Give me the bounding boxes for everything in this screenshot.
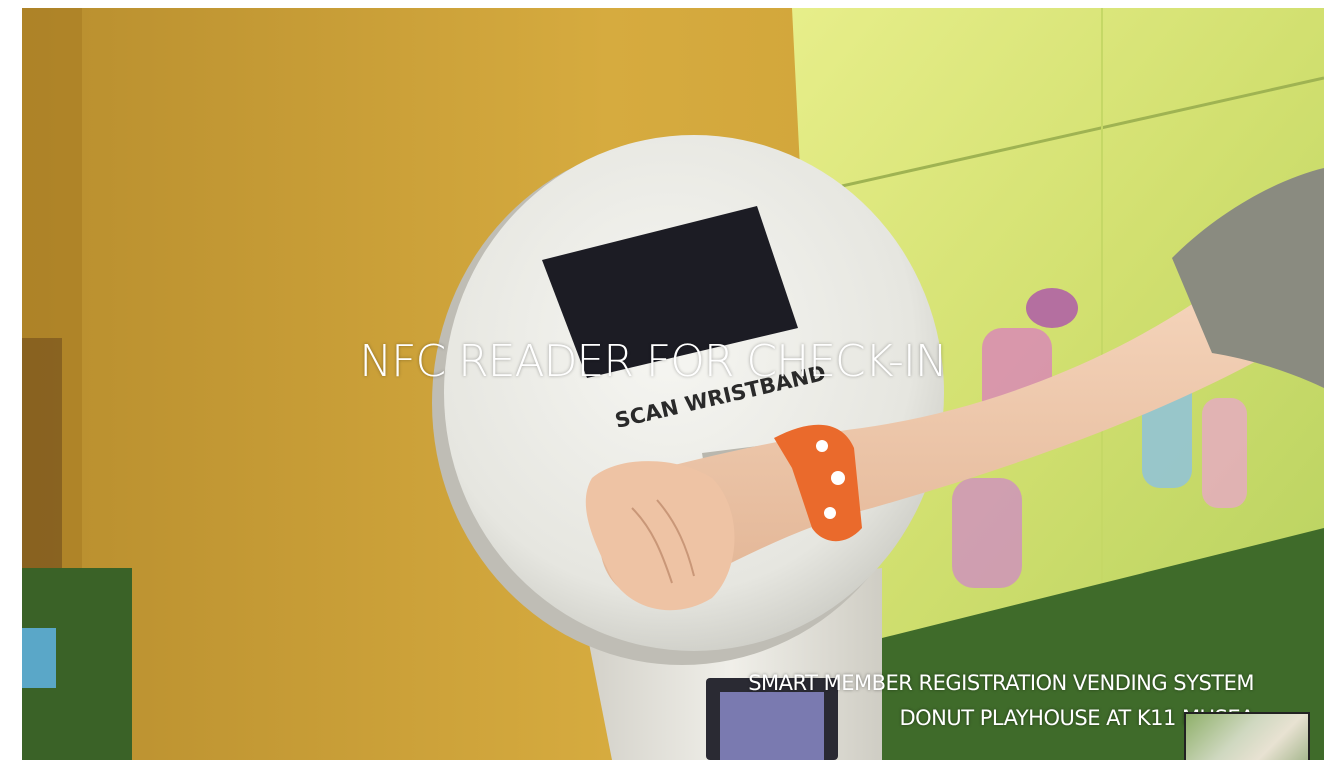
- mural-character: [1202, 398, 1247, 508]
- wristband-dot: [816, 440, 828, 452]
- caption-subtitle-line1: SMART MEMBER REGISTRATION VENDING SYSTEM: [748, 671, 1254, 695]
- wristband-dot: [824, 507, 836, 519]
- mural-character: [1026, 288, 1078, 328]
- blue-block: [22, 628, 56, 688]
- mural-character: [952, 478, 1022, 588]
- preview-thumbnail: [1184, 712, 1310, 760]
- video-frame: SCAN WRISTBAND NFC READER FOR CHECK-IN S…: [22, 8, 1324, 760]
- caption-main: NFC READER FOR CHECK-IN: [359, 336, 947, 387]
- wristband-dot: [831, 471, 845, 485]
- kiosk-lower-screen-glow: [720, 692, 824, 760]
